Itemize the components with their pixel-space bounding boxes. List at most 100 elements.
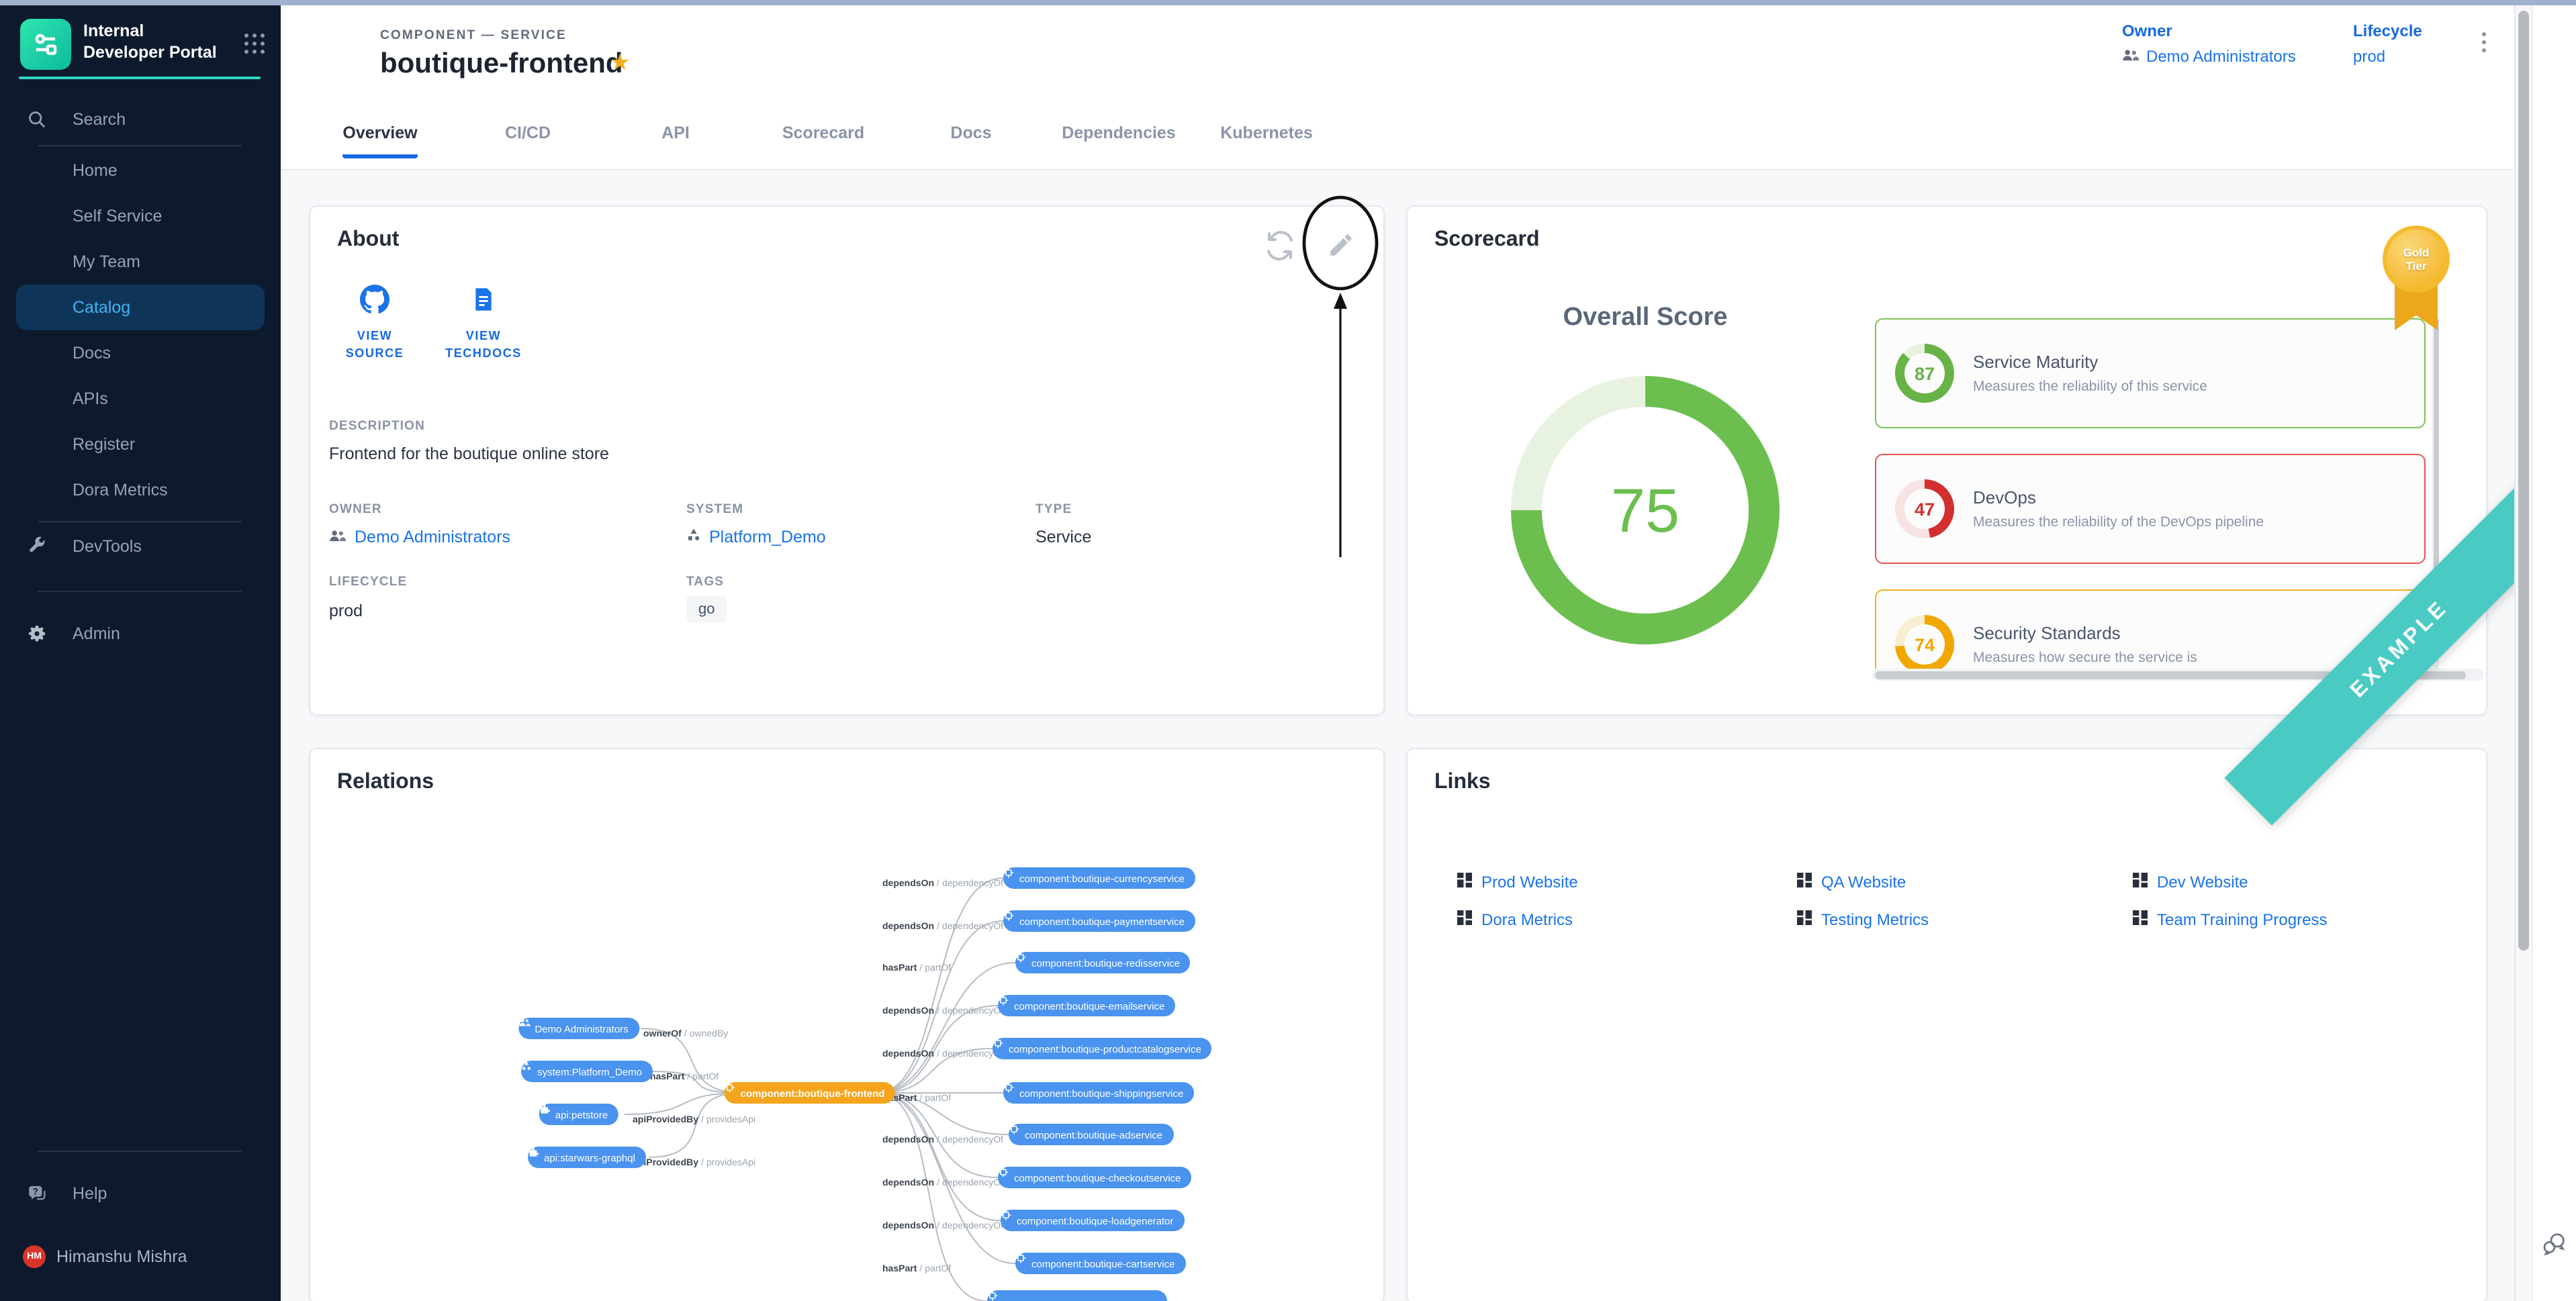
link-label: Testing Metrics: [1821, 910, 1929, 929]
relation-node-component-boutique-paymentservice[interactable]: component:boutique-paymentservice: [1003, 910, 1195, 932]
content-area: About VIEW SOURCE VIEW TECHDOCS DESCRIPT…: [281, 169, 2514, 1301]
metric-ring-donut: 87: [1895, 344, 1954, 403]
sidebar-item-admin[interactable]: Admin: [0, 612, 281, 655]
tab-scorecard[interactable]: Scorecard: [764, 115, 882, 166]
system-field-value[interactable]: Platform_Demo: [686, 528, 826, 546]
link-prod-website[interactable]: Prod Website: [1457, 873, 1578, 892]
scorecard-card: Scorecard Overall Score 75 87Service Mat…: [1406, 205, 2487, 716]
edge-label: apiProvidedBy/providesApi: [633, 1159, 755, 1168]
user-avatar: HM: [23, 1245, 46, 1268]
node-label: component:boutique-shippingservice: [1019, 1087, 1183, 1099]
tab-label: API: [661, 124, 690, 154]
relation-node-component-boutique-checkoutservice[interactable]: component:boutique-checkoutservice: [998, 1167, 1192, 1188]
dashboard-icon: [1457, 910, 1472, 929]
tag-chip[interactable]: go: [686, 596, 727, 623]
node-label: api:starwars-graphql: [544, 1151, 635, 1163]
tab-ci-cd[interactable]: CI/CD: [469, 115, 587, 166]
relation-node-component-boutique-emailservice[interactable]: component:boutique-emailservice: [998, 995, 1175, 1016]
scorecard-metric-security-standards[interactable]: 74Security StandardsMeasures how secure …: [1875, 589, 2426, 669]
system-icon: [686, 528, 701, 546]
sidebar-item-home[interactable]: Home: [0, 148, 281, 193]
app-logo-icon[interactable]: [20, 19, 71, 70]
sidebar-item-devtools[interactable]: DevTools: [0, 525, 281, 568]
edge-label: dependsOn/dependencyOf: [882, 922, 1003, 932]
metric-name: DevOps: [1973, 487, 2264, 508]
sidebar-item-my-team[interactable]: My Team: [0, 239, 281, 285]
relation-node-component-boutique-productcatalogservice[interactable]: component:boutique-productcatalogservice: [993, 1038, 1212, 1059]
relation-node-component-boutique-currencyservice[interactable]: component:boutique-currencyservice: [1003, 867, 1195, 889]
relation-node-api-petstore[interactable]: api:petstore: [539, 1104, 618, 1125]
edge-label: hasPart/partOf: [650, 1073, 719, 1082]
system-field-label: SYSTEM: [686, 502, 743, 517]
link-qa-website[interactable]: QA Website: [1797, 873, 1906, 892]
sidebar-item-dora-metrics[interactable]: Dora Metrics: [0, 467, 281, 513]
header-owner: Owner Demo Administrators: [2122, 21, 2296, 66]
divider: [38, 521, 242, 522]
metric-name: Service Maturity: [1973, 352, 2207, 372]
relation-node-api-starwars-graphql[interactable]: api:starwars-graphql: [528, 1147, 646, 1168]
sidebar-item-label: Dora Metrics: [73, 481, 168, 499]
tab-docs[interactable]: Docs: [912, 115, 1030, 166]
apps-grid-icon[interactable]: [244, 34, 266, 55]
node-label: component:boutique-redisservice: [1031, 957, 1180, 969]
tab-label: Overview: [342, 124, 417, 158]
relation-node-component-boutique-adservice[interactable]: component:boutique-adservice: [1009, 1124, 1173, 1145]
view-source-link[interactable]: VIEW SOURCE: [332, 285, 418, 363]
gold-tier-badge: Gold Tier: [2380, 226, 2452, 338]
sidebar-item-label: Catalog: [73, 298, 130, 317]
sidebar-item-register[interactable]: Register: [0, 422, 281, 467]
scorecard-metric-service-maturity[interactable]: 87Service MaturityMeasures the reliabili…: [1875, 318, 2426, 428]
favorite-star-icon[interactable]: ★: [610, 50, 631, 77]
sidebar-item-apis[interactable]: APIs: [0, 376, 281, 422]
node-label: component:boutique-emailservice: [1014, 1000, 1164, 1012]
chat-bubbles-icon[interactable]: [2541, 1230, 2568, 1263]
dashboard-icon: [2133, 873, 2148, 892]
owner-label: Owner: [2122, 21, 2296, 40]
help-chat-icon: ?: [27, 1183, 48, 1204]
relation-node-component-boutique-shippingservice[interactable]: component:boutique-shippingservice: [1003, 1082, 1194, 1104]
sidebar-item-self-service[interactable]: Self Service: [0, 193, 281, 239]
owner-link[interactable]: Demo Administrators: [2122, 47, 2296, 66]
scorecard-metric-devops[interactable]: 47DevOpsMeasures the reliability of the …: [1875, 454, 2426, 564]
link-dev-website[interactable]: Dev Website: [2133, 873, 2248, 892]
relation-node-component-boutique-cartservice[interactable]: component:boutique-cartservice: [1015, 1253, 1185, 1274]
tab-kubernetes[interactable]: Kubernetes: [1207, 115, 1326, 166]
page-scrollbar-thumb[interactable]: [2518, 11, 2529, 951]
refresh-icon[interactable]: [1264, 230, 1296, 262]
sidebar-item-label: Self Service: [73, 207, 162, 226]
relation-node-system-platform-demo[interactable]: system:Platform_Demo: [521, 1061, 653, 1082]
node-label: component:boutique-checkoutservice: [1014, 1171, 1181, 1184]
sidebar-item-search[interactable]: Search: [0, 99, 281, 140]
entity-tabs: Overview CI/CD API Scorecard Docs Dependencie…: [321, 115, 1326, 166]
relation-node-component-boutique-loadgenerator[interactable]: component:boutique-loadgenerator: [1001, 1210, 1185, 1231]
view-source-label: VIEW SOURCE: [332, 328, 418, 363]
relation-node-demo-administrators[interactable]: Demo Administrators: [518, 1018, 639, 1039]
divider: [38, 591, 242, 592]
lifecycle-label: Lifecycle: [2353, 21, 2422, 40]
description-value: Frontend for the boutique online store: [329, 444, 609, 463]
breadcrumb: COMPONENT — SERVICE: [380, 28, 567, 43]
relation-node-component-boutique-redisservice[interactable]: component:boutique-redisservice: [1015, 952, 1191, 973]
right-strip: [2532, 5, 2576, 1301]
user-menu[interactable]: HM Himanshu Mishra: [0, 1237, 281, 1277]
view-techdocs-link[interactable]: VIEW TECHDOCS: [431, 285, 536, 363]
tab-dependencies[interactable]: Dependencies: [1060, 115, 1178, 166]
edge-label: dependsOn/dependencyOf: [882, 1136, 1003, 1145]
tab-overview[interactable]: Overview: [321, 115, 439, 166]
relation-node-cut-off[interactable]: [987, 1290, 1167, 1301]
sidebar-item-docs[interactable]: Docs: [0, 330, 281, 376]
tab-api[interactable]: API: [616, 115, 735, 166]
header-lifecycle: Lifecycle prod: [2353, 21, 2422, 66]
edit-pencil-icon[interactable]: [1327, 231, 1355, 259]
node-label: component:boutique-currencyservice: [1019, 872, 1185, 884]
sidebar-item-help[interactable]: ? Help: [0, 1173, 281, 1214]
link-team-training-progress[interactable]: Team Training Progress: [2133, 910, 2327, 929]
sidebar-item-catalog[interactable]: Catalog: [16, 285, 265, 330]
admin-label: Admin: [73, 624, 120, 643]
owner-field-value[interactable]: Demo Administrators: [329, 528, 510, 546]
relation-node-component-boutique-frontend[interactable]: component:boutique-frontend: [725, 1082, 896, 1104]
sidebar: Internal Developer Portal Search HomeSel…: [0, 0, 281, 1301]
link-dora-metrics[interactable]: Dora Metrics: [1457, 910, 1573, 929]
link-testing-metrics[interactable]: Testing Metrics: [1797, 910, 1929, 929]
more-options-icon[interactable]: [2474, 32, 2493, 59]
